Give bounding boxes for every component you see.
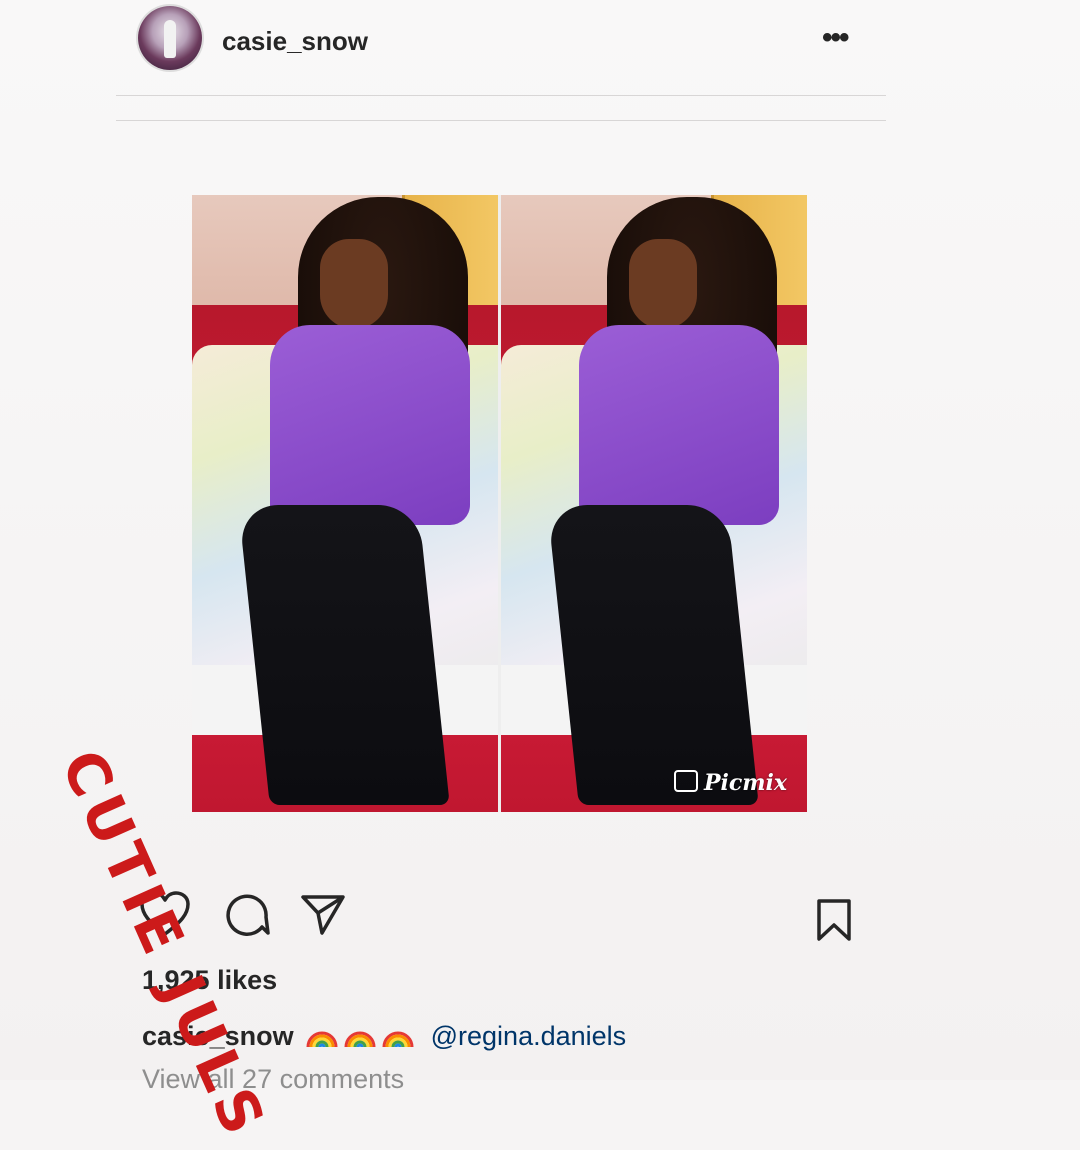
picmix-label: Picmix [703, 770, 787, 796]
rainbow-emoji-icon [344, 1031, 376, 1048]
more-options-icon[interactable]: ••• [822, 23, 849, 53]
caption-mention-link[interactable]: @regina.daniels [431, 1021, 627, 1051]
picmix-logo-icon [673, 770, 698, 792]
profile-avatar[interactable] [138, 6, 202, 70]
picmix-watermark: Picmix [673, 770, 787, 796]
rainbow-emoji-icon [382, 1031, 414, 1048]
header-divider [116, 95, 886, 96]
rainbow-emoji-icon [306, 1031, 338, 1048]
image-top-divider [116, 120, 886, 121]
comment-icon[interactable] [222, 893, 270, 944]
post-username[interactable]: casie_snow [222, 26, 368, 57]
collage-left-photo [192, 195, 498, 812]
collage-right-photo [501, 195, 807, 812]
instagram-post-card: casie_snow ••• Picmix 1,925 likes casie_… [0, 0, 1080, 1150]
bookmark-icon[interactable] [815, 898, 853, 947]
post-image[interactable]: Picmix [192, 195, 807, 812]
share-icon[interactable] [300, 893, 346, 942]
